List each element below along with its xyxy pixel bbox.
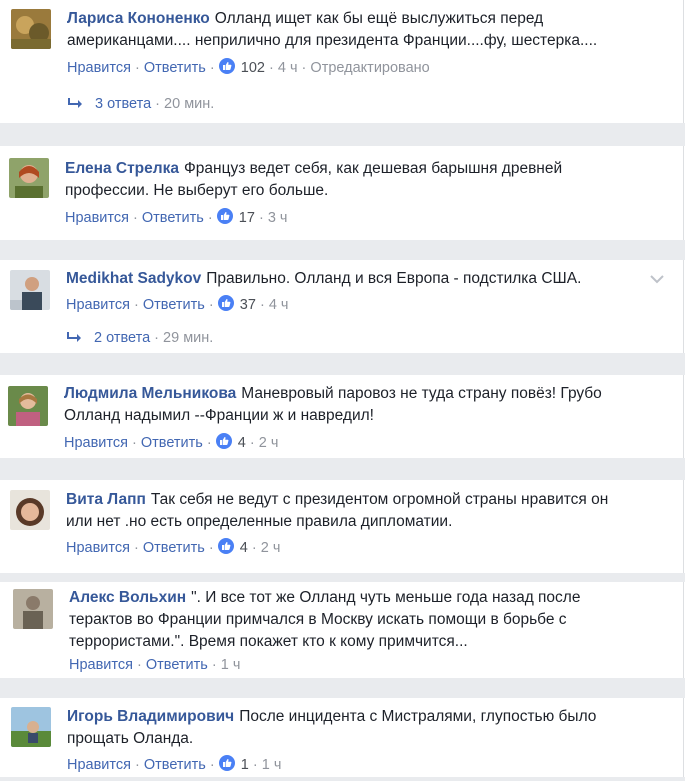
comment-actions: Нравится · Ответить · 37 · 4 ч [66,295,289,313]
comment-actions: Нравится · Ответить · 1 ч [69,657,241,673]
comment-text: Так себя не ведут с президентом огромной… [66,491,609,530]
replies-link[interactable]: 3 ответа · 20 мин. [67,94,214,114]
reply-button[interactable]: Ответить [142,210,204,226]
comment-author[interactable]: Medikhat Sadykov [66,270,201,287]
reply-button[interactable]: Ответить [143,540,205,556]
thumbs-up-icon [215,433,232,449]
replies-count[interactable]: 2 ответа [94,330,150,346]
edited-label[interactable]: Отредактировано [310,60,429,76]
like-button[interactable]: Нравится [64,435,128,451]
thumbs-up-icon [218,58,235,74]
comment-separator [0,458,685,480]
comment-separator [0,240,685,260]
reply-arrow-icon [68,98,82,108]
avatar[interactable] [11,9,51,49]
comment-author[interactable]: Алекс Вольхин [69,589,186,606]
reply-button[interactable]: Ответить [146,657,208,673]
timestamp[interactable]: 4 ч [278,60,298,76]
reply-button[interactable]: Ответить [144,757,206,773]
comment: Елена Стрелка Француз ведет себя, как деш… [0,146,684,240]
avatar[interactable] [8,386,48,426]
comment-separator [0,353,685,375]
timestamp[interactable]: 2 ч [259,435,279,451]
like-button[interactable]: Нравится [66,540,130,556]
comment-author[interactable]: Лариса Кононенко [67,10,210,27]
comment-actions: Нравится · Ответить · 4 · 2 ч [66,538,281,556]
replies-link[interactable]: 2 ответа · 29 мин. [66,328,213,348]
like-button[interactable]: Нравится [69,657,133,673]
chevron-down-icon[interactable] [649,274,665,284]
replies-count[interactable]: 3 ответа [95,96,151,112]
like-count[interactable]: 4 [238,435,246,451]
like-button[interactable]: Нравится [65,210,129,226]
comment-author[interactable]: Людмила Мельникова [64,385,236,402]
reply-button[interactable]: Ответить [141,435,203,451]
avatar[interactable] [11,707,51,747]
comment-actions: Нравится · Ответить · 17 · 3 ч [65,208,288,226]
comment-actions: Нравится · Ответить · 4 · 2 ч [64,433,279,451]
avatar[interactable] [10,270,50,310]
comment-actions: Нравится · Ответить · 102 · 4 ч · Отреда… [67,58,430,76]
timestamp[interactable]: 3 ч [268,210,288,226]
comment-author[interactable]: Игорь Владимирович [67,708,234,725]
comment: Алекс Вольхин ". И все тот же Олланд чуть… [0,582,684,678]
reply-button[interactable]: Ответить [143,297,205,313]
comment-author[interactable]: Елена Стрелка [65,160,179,177]
timestamp[interactable]: 2 ч [261,540,281,556]
timestamp[interactable]: 1 ч [262,757,282,773]
thumbs-up-icon [217,538,234,554]
like-button[interactable]: Нравится [67,757,131,773]
comment-separator [0,573,685,582]
timestamp[interactable]: 1 ч [221,657,241,673]
comment-separator [0,123,685,146]
like-button[interactable]: Нравится [67,60,131,76]
like-count[interactable]: 4 [240,540,248,556]
thumbs-up-icon [217,295,234,311]
comment: Людмила Мельникова Маневровый паровоз не … [0,375,684,458]
comment: Вита Лапп Так себя не ведут с президентом… [0,480,684,573]
comment: Игорь Владимирович После инцидента с Мист… [0,698,684,777]
replies-timestamp: 29 мин. [163,330,214,346]
avatar[interactable] [10,490,50,530]
comment-author[interactable]: Вита Лапп [66,491,146,508]
thumbs-up-icon [216,208,233,224]
timestamp[interactable]: 4 ч [269,297,289,313]
comment-separator [0,777,685,781]
like-count[interactable]: 17 [239,210,255,226]
like-count[interactable]: 102 [241,60,265,76]
comment: Medikhat Sadykov Правильно. Олланд и вся … [0,260,684,353]
thumbs-up-icon [218,755,235,771]
avatar[interactable] [9,158,49,198]
replies-timestamp: 20 мин. [164,96,215,112]
comment-separator [0,678,685,698]
reply-arrow-icon [67,332,81,342]
comment: Лариса Кононенко Олланд ищет как бы ещё в… [0,0,684,123]
like-button[interactable]: Нравится [66,297,130,313]
comment-text: Правильно. Олланд и вся Европа - подстил… [206,270,582,287]
avatar[interactable] [13,589,53,629]
comment-actions: Нравится · Ответить · 1 · 1 ч [67,755,282,773]
like-count[interactable]: 37 [240,297,256,313]
reply-button[interactable]: Ответить [144,60,206,76]
like-count[interactable]: 1 [241,757,249,773]
